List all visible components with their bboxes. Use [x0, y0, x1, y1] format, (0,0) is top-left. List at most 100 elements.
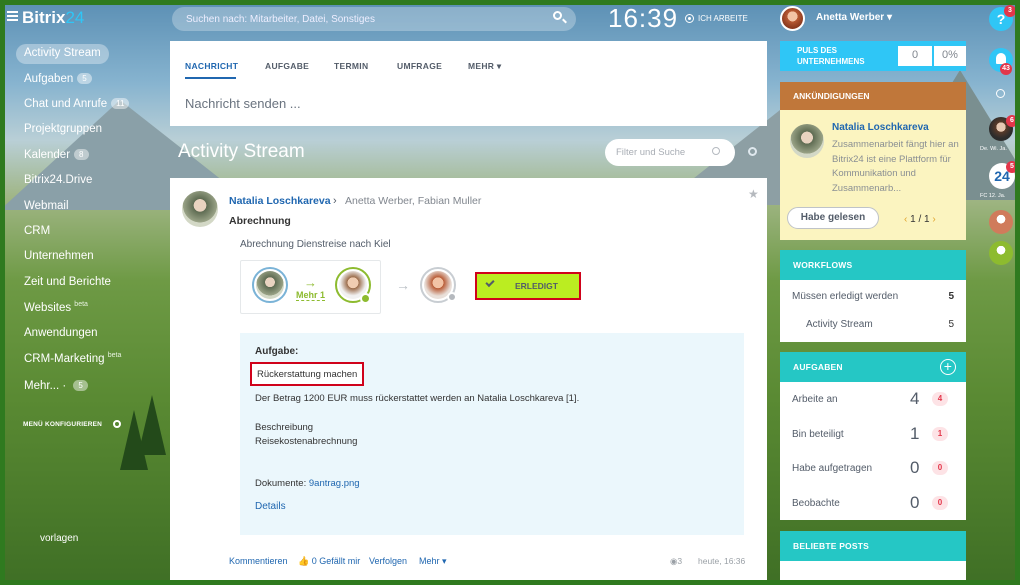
announcement-avatar[interactable] [790, 124, 824, 158]
task-counter-row[interactable]: Beobachte 0 0 [792, 493, 962, 512]
menu-item-webmail[interactable]: Webmail [16, 197, 77, 217]
workflow-row[interactable]: Activity Stream 5 [792, 319, 954, 330]
tasks-header[interactable]: AUFGABEN + [780, 352, 966, 382]
arrow-right-icon: → [396, 277, 410, 293]
tab-nachricht[interactable]: NACHRICHT [185, 61, 238, 71]
participant-avatar[interactable] [252, 267, 288, 303]
message-input[interactable]: Nachricht senden ... [185, 96, 301, 111]
task-card: Aufgabe: Rückerstattung machen Der Betra… [240, 333, 744, 535]
chevron-right-icon[interactable]: › [932, 214, 935, 225]
active-tab-underline [185, 77, 236, 79]
settings-gear-icon[interactable] [748, 147, 757, 156]
task-name: Rückerstattung machen [250, 362, 365, 386]
mark-read-button[interactable]: Habe gelesen [787, 207, 879, 229]
counter-badge: 11 [111, 98, 130, 110]
post-title: Abrechnung [229, 215, 291, 227]
menu-item-crm[interactable]: CRM [16, 222, 58, 242]
view-count: ◉3 [670, 556, 683, 566]
menu-item-aufgaben[interactable]: Aufgaben 5 [16, 70, 100, 90]
documents-row: Dokumente: 9antrag.png [255, 478, 360, 489]
bitrix-logo[interactable]: Bitrix24 [22, 8, 84, 28]
user-icon[interactable] [989, 241, 1013, 265]
menu-item-drive[interactable]: Bitrix24.Drive [16, 171, 100, 191]
announcement-text: Zusammenarbeit fängt hier an Bitrix24 is… [832, 139, 959, 194]
work-status-label[interactable]: ICH ARBEITE [698, 14, 748, 23]
search-input[interactable]: Suchen nach: Mitarbeiter, Datei, Sonstig… [172, 7, 576, 31]
task-counter-row[interactable]: Bin beteiligt 1 1 [792, 424, 962, 443]
menu-item-unternehmen[interactable]: Unternehmen [16, 247, 102, 267]
thumbs-up-icon: 👍 [298, 556, 310, 566]
author-avatar[interactable] [182, 191, 218, 227]
task-label: Aufgabe: [255, 346, 299, 357]
user-name-menu[interactable]: Anetta Werber ▾ [816, 12, 892, 23]
counter-badge: 8 [74, 149, 89, 161]
check-icon [485, 277, 495, 288]
add-task-icon[interactable]: + [940, 359, 956, 375]
menu-item-chat[interactable]: Chat und Anrufe 11 [16, 95, 137, 115]
task-counter-row[interactable]: Arbeite an 4 4 [792, 389, 962, 408]
announcement-pager[interactable]: ‹ 1 / 1 › [904, 214, 936, 225]
menu-item-mehr[interactable]: Mehr... · 5 [16, 377, 96, 397]
workflow-more-link[interactable]: Mehr 1 [296, 290, 326, 301]
tab-aufgabe[interactable]: AUFGABE [265, 61, 309, 71]
menu-item-websites[interactable]: Websites beta [16, 298, 96, 318]
task-text: Der Betrag 1200 EUR muss rückerstattet w… [255, 393, 580, 404]
workflows-card: Müssen erledigt werden 5 Activity Stream 5 [780, 280, 966, 342]
search-icon[interactable] [712, 147, 720, 155]
task-counter-row[interactable]: Habe aufgetragen 0 0 [792, 458, 962, 477]
background-tree [138, 395, 166, 455]
tab-termin[interactable]: TERMIN [334, 61, 368, 71]
comment-link[interactable]: Kommentieren [229, 556, 288, 566]
announcement-author[interactable]: Natalia Loschkareva [832, 122, 929, 133]
menu-item-kalender[interactable]: Kalender 8 [16, 146, 97, 166]
announcements-header: ANKÜNDIGUNGEN [780, 82, 966, 110]
templates-label: vorlagen [40, 533, 79, 544]
chevron-right-icon: › [333, 195, 337, 207]
workflows-header[interactable]: WORKFLOWS [780, 250, 966, 280]
details-link[interactable]: Details [255, 501, 286, 512]
pulse-percent: 0% [934, 46, 966, 66]
top-bar: Bitrix24 Suchen nach: Mitarbeiter, Datei… [0, 0, 1020, 38]
search-icon[interactable] [553, 11, 562, 20]
tab-umfrage[interactable]: UMFRAGE [397, 61, 442, 71]
search-icon[interactable] [996, 89, 1005, 98]
like-link[interactable]: 👍 0 Gefällt mir [298, 556, 360, 567]
pulse-count: 0 [898, 46, 932, 66]
document-link[interactable]: 9antrag.png [309, 478, 360, 489]
user-icon[interactable] [989, 210, 1013, 234]
post-author[interactable]: Natalia Loschkareva [229, 195, 331, 207]
menu-item-anwendungen[interactable]: Anwendungen [16, 324, 106, 344]
b24-label: FC 12. Ja. [980, 193, 1006, 199]
tab-mehr[interactable]: MEHR ▾ [468, 61, 501, 72]
feed-post: Natalia Loschkareva › Anetta Werber, Fab… [170, 178, 767, 585]
clock-icon [447, 292, 457, 302]
user-avatar[interactable] [780, 6, 805, 31]
contact-badge: 6 [1006, 115, 1018, 127]
star-icon[interactable]: ★ [748, 187, 759, 201]
menu-item-zeit[interactable]: Zeit und Berichte [16, 273, 119, 293]
more-link[interactable]: Mehr ▾ [419, 556, 447, 567]
clock-time[interactable]: 16:39 [608, 3, 678, 34]
work-status-icon[interactable] [685, 14, 694, 23]
chevron-left-icon[interactable]: ‹ [904, 214, 907, 225]
announcements-card: Natalia Loschkareva Zusammenarbeit fängt… [780, 110, 966, 240]
post-recipients[interactable]: Anetta Werber, Fabian Muller [345, 195, 481, 207]
menu-burger-icon[interactable] [7, 11, 18, 21]
configure-menu-link[interactable]: MENÜ KONFIGURIEREN [23, 421, 102, 428]
post-time: heute, 16:36 [698, 556, 746, 566]
done-button[interactable]: ERLEDIGT [475, 272, 581, 300]
company-pulse[interactable]: PULS DES UNTERNEHMENS 0 0% [780, 41, 966, 71]
page-title: Activity Stream [178, 141, 305, 162]
post-subtitle: Abrechnung Dienstreise nach Kiel [240, 239, 391, 250]
workflow-row[interactable]: Müssen erledigt werden 5 [792, 291, 954, 302]
notifications-badge: 43 [1000, 63, 1012, 75]
follow-link[interactable]: Verfolgen [369, 556, 407, 566]
b24-badge: 5 [1006, 161, 1018, 173]
menu-item-projektgruppen[interactable]: Projektgruppen [16, 120, 110, 140]
gear-icon[interactable] [113, 420, 121, 428]
counter-badge: 5 [77, 73, 92, 85]
popular-posts-header[interactable]: BELIEBTE POSTS [780, 531, 966, 561]
post-composer: NACHRICHT AUFGABE TERMIN UMFRAGE MEHR ▾ … [170, 41, 767, 126]
menu-item-activity-stream[interactable]: Activity Stream [16, 44, 109, 64]
menu-item-crm-marketing[interactable]: CRM-Marketing beta [16, 349, 129, 369]
